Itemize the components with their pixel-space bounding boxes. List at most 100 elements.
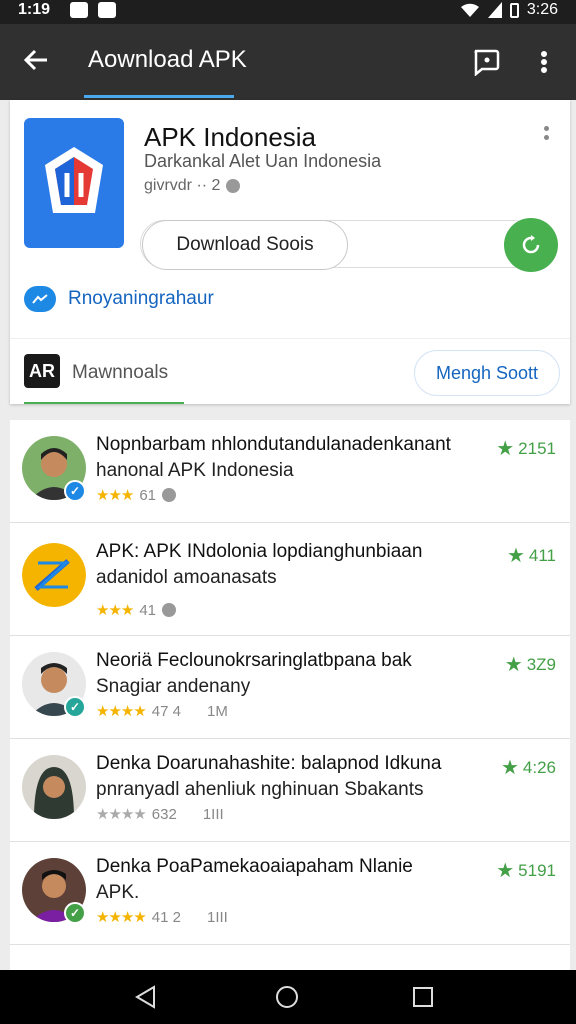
star-rating: ★★★★: [96, 806, 147, 823]
signal-icon: [487, 2, 502, 18]
search-sort-button[interactable]: Mengh Soott: [414, 350, 560, 396]
item-title: Neoriä Feclounokrsaringlatbpana bak: [96, 650, 412, 671]
list-item[interactable]: ✓ Neoriä Feclounokrsaringlatbpana bak Sn…: [10, 636, 570, 739]
feedback-button[interactable]: [468, 44, 504, 80]
ar-badge-text: AR: [29, 360, 55, 381]
star-rating: ★★★★: [96, 909, 147, 926]
item-meta: ★★★★ 632 1III: [96, 805, 224, 824]
active-tab-line: [24, 402, 184, 404]
item-score-value: 4:26: [522, 757, 556, 777]
app-card: APK Indonesia Darkankal Alet Uan Indones…: [10, 100, 570, 404]
app-list: ✓ Nopnbarbam nhlondutandulanadenkanant h…: [10, 420, 570, 970]
item-meta-extra: 1III: [202, 805, 224, 823]
item-score-value: 411: [528, 545, 556, 565]
item-score: ★ 4:26: [501, 755, 556, 780]
verified-badge: ✓: [64, 902, 86, 924]
star-icon: ★: [504, 654, 523, 676]
clock-icon: [226, 179, 241, 193]
item-meta: ★★★ 61: [96, 486, 177, 504]
app-version-text: givrvdr ·· 2: [144, 177, 221, 194]
status-right: 3:26: [460, 1, 558, 19]
item-meta-value: 632: [151, 805, 177, 823]
app-name: APK Indonesia: [144, 122, 317, 152]
star-icon: ★: [496, 860, 515, 882]
item-meta-value: 41: [139, 601, 157, 619]
item-score: ★ 2151: [496, 436, 556, 461]
app-subtitle: Darkankal Alet Uan Indonesia: [144, 151, 382, 171]
list-item[interactable]: Denka Doarunahashite: balapnod Idkuna pn…: [10, 739, 570, 842]
star-rating: ★★★★: [96, 703, 147, 720]
nav-back-button[interactable]: [130, 982, 160, 1012]
item-meta-value: 47 4: [151, 702, 181, 720]
star-icon: ★: [500, 757, 519, 779]
arrow-left-icon: [23, 49, 47, 71]
star-icon: ★: [506, 545, 525, 567]
messenger-icon: [24, 286, 56, 312]
item-meta: ★★★ 41: [96, 601, 177, 619]
list-item[interactable]: APK: APK INdolonia lopdianghunbiaan adan…: [10, 523, 570, 636]
refresh-icon: [522, 235, 540, 254]
page-title: Aownload APK: [88, 46, 247, 73]
developer-row[interactable]: Rnoyaningrahaur: [24, 286, 214, 312]
item-score: ★ 3Z9: [505, 652, 556, 677]
list-item[interactable]: ✓ Denka PoaPamekaoaiapaham Nlanie APK. ★…: [10, 842, 570, 945]
battery-icon: [509, 2, 519, 18]
item-title: Nopnbarbam nhlondutandulanadenkanant: [96, 434, 451, 455]
verified-badge: ✓: [64, 696, 86, 718]
avatar: [22, 755, 86, 819]
item-score: ★ 5191: [496, 858, 556, 883]
item-title: APK: APK INdolonia lopdianghunbiaan: [96, 541, 423, 562]
nav-home-button[interactable]: [272, 982, 302, 1012]
divider: [10, 338, 570, 339]
triangle-back-icon: [135, 985, 155, 1009]
item-subtitle: pnranyadl ahenliuk nghinuan Sbakants: [96, 779, 424, 800]
item-score-value: 3Z9: [526, 654, 556, 674]
item-score: ★ 411: [507, 543, 556, 568]
item-meta-extra: 1III: [207, 908, 228, 926]
system-nav-bar: [0, 970, 576, 1024]
star-icon: ★: [496, 438, 515, 460]
apk-logo-icon: [45, 147, 103, 213]
wifi-icon: [460, 3, 479, 17]
notification-icons: [70, 2, 116, 18]
item-meta-value: 41 2: [151, 908, 181, 926]
back-button[interactable]: [18, 42, 54, 78]
item-score-value: 2151: [518, 438, 556, 458]
more-vert-icon: [541, 51, 547, 73]
status-clock: 3:26: [526, 1, 558, 18]
item-subtitle: Snagiar andenany: [96, 676, 251, 697]
status-bar: 1:19 3:26: [0, 0, 576, 24]
list-item[interactable]: ✓ Nopnbarbam nhlondutandulanadenkanant h…: [10, 420, 570, 523]
item-subtitle: APK.: [96, 882, 140, 903]
app-version: givrvdr ·· 2: [144, 177, 241, 195]
downloads-label: Mawnnoals: [72, 362, 169, 383]
star-rating: ★★★: [96, 487, 134, 504]
tab-indicator: [84, 95, 234, 98]
item-meta: ★★★★ 47 4 1M: [96, 702, 228, 721]
notification-icon: [70, 2, 88, 18]
item-meta-value: 61: [139, 486, 157, 504]
item-subtitle: hanonal APK Indonesia: [96, 460, 294, 481]
square-recents-icon: [413, 987, 433, 1007]
overflow-menu-button[interactable]: [530, 44, 558, 80]
item-meta-extra: 1M: [207, 702, 228, 720]
item-score-value: 5191: [518, 860, 556, 880]
image-icon: [98, 2, 116, 18]
status-time: 1:19: [18, 1, 51, 18]
star-rating: ★★★: [96, 602, 134, 619]
item-meta: ★★★★ 41 2 1III: [96, 908, 228, 927]
item-subtitle: adanidol amoanasats: [96, 567, 277, 588]
circle-home-icon: [276, 986, 298, 1008]
avatar: [22, 543, 86, 607]
verified-badge: ✓: [64, 480, 86, 502]
app-icon[interactable]: [24, 118, 124, 248]
clock-icon: [162, 603, 177, 617]
chat-icon: [474, 49, 500, 76]
refresh-button[interactable]: [504, 218, 558, 272]
app-bar: Aownload APK: [0, 24, 576, 100]
item-title: Denka Doarunahashite: balapnod Idkuna: [96, 753, 442, 774]
card-more-button[interactable]: [534, 126, 558, 150]
developer-name: Rnoyaningrahaur: [68, 288, 214, 309]
download-button[interactable]: Download Soois: [142, 220, 348, 270]
nav-recents-button[interactable]: [408, 982, 438, 1012]
